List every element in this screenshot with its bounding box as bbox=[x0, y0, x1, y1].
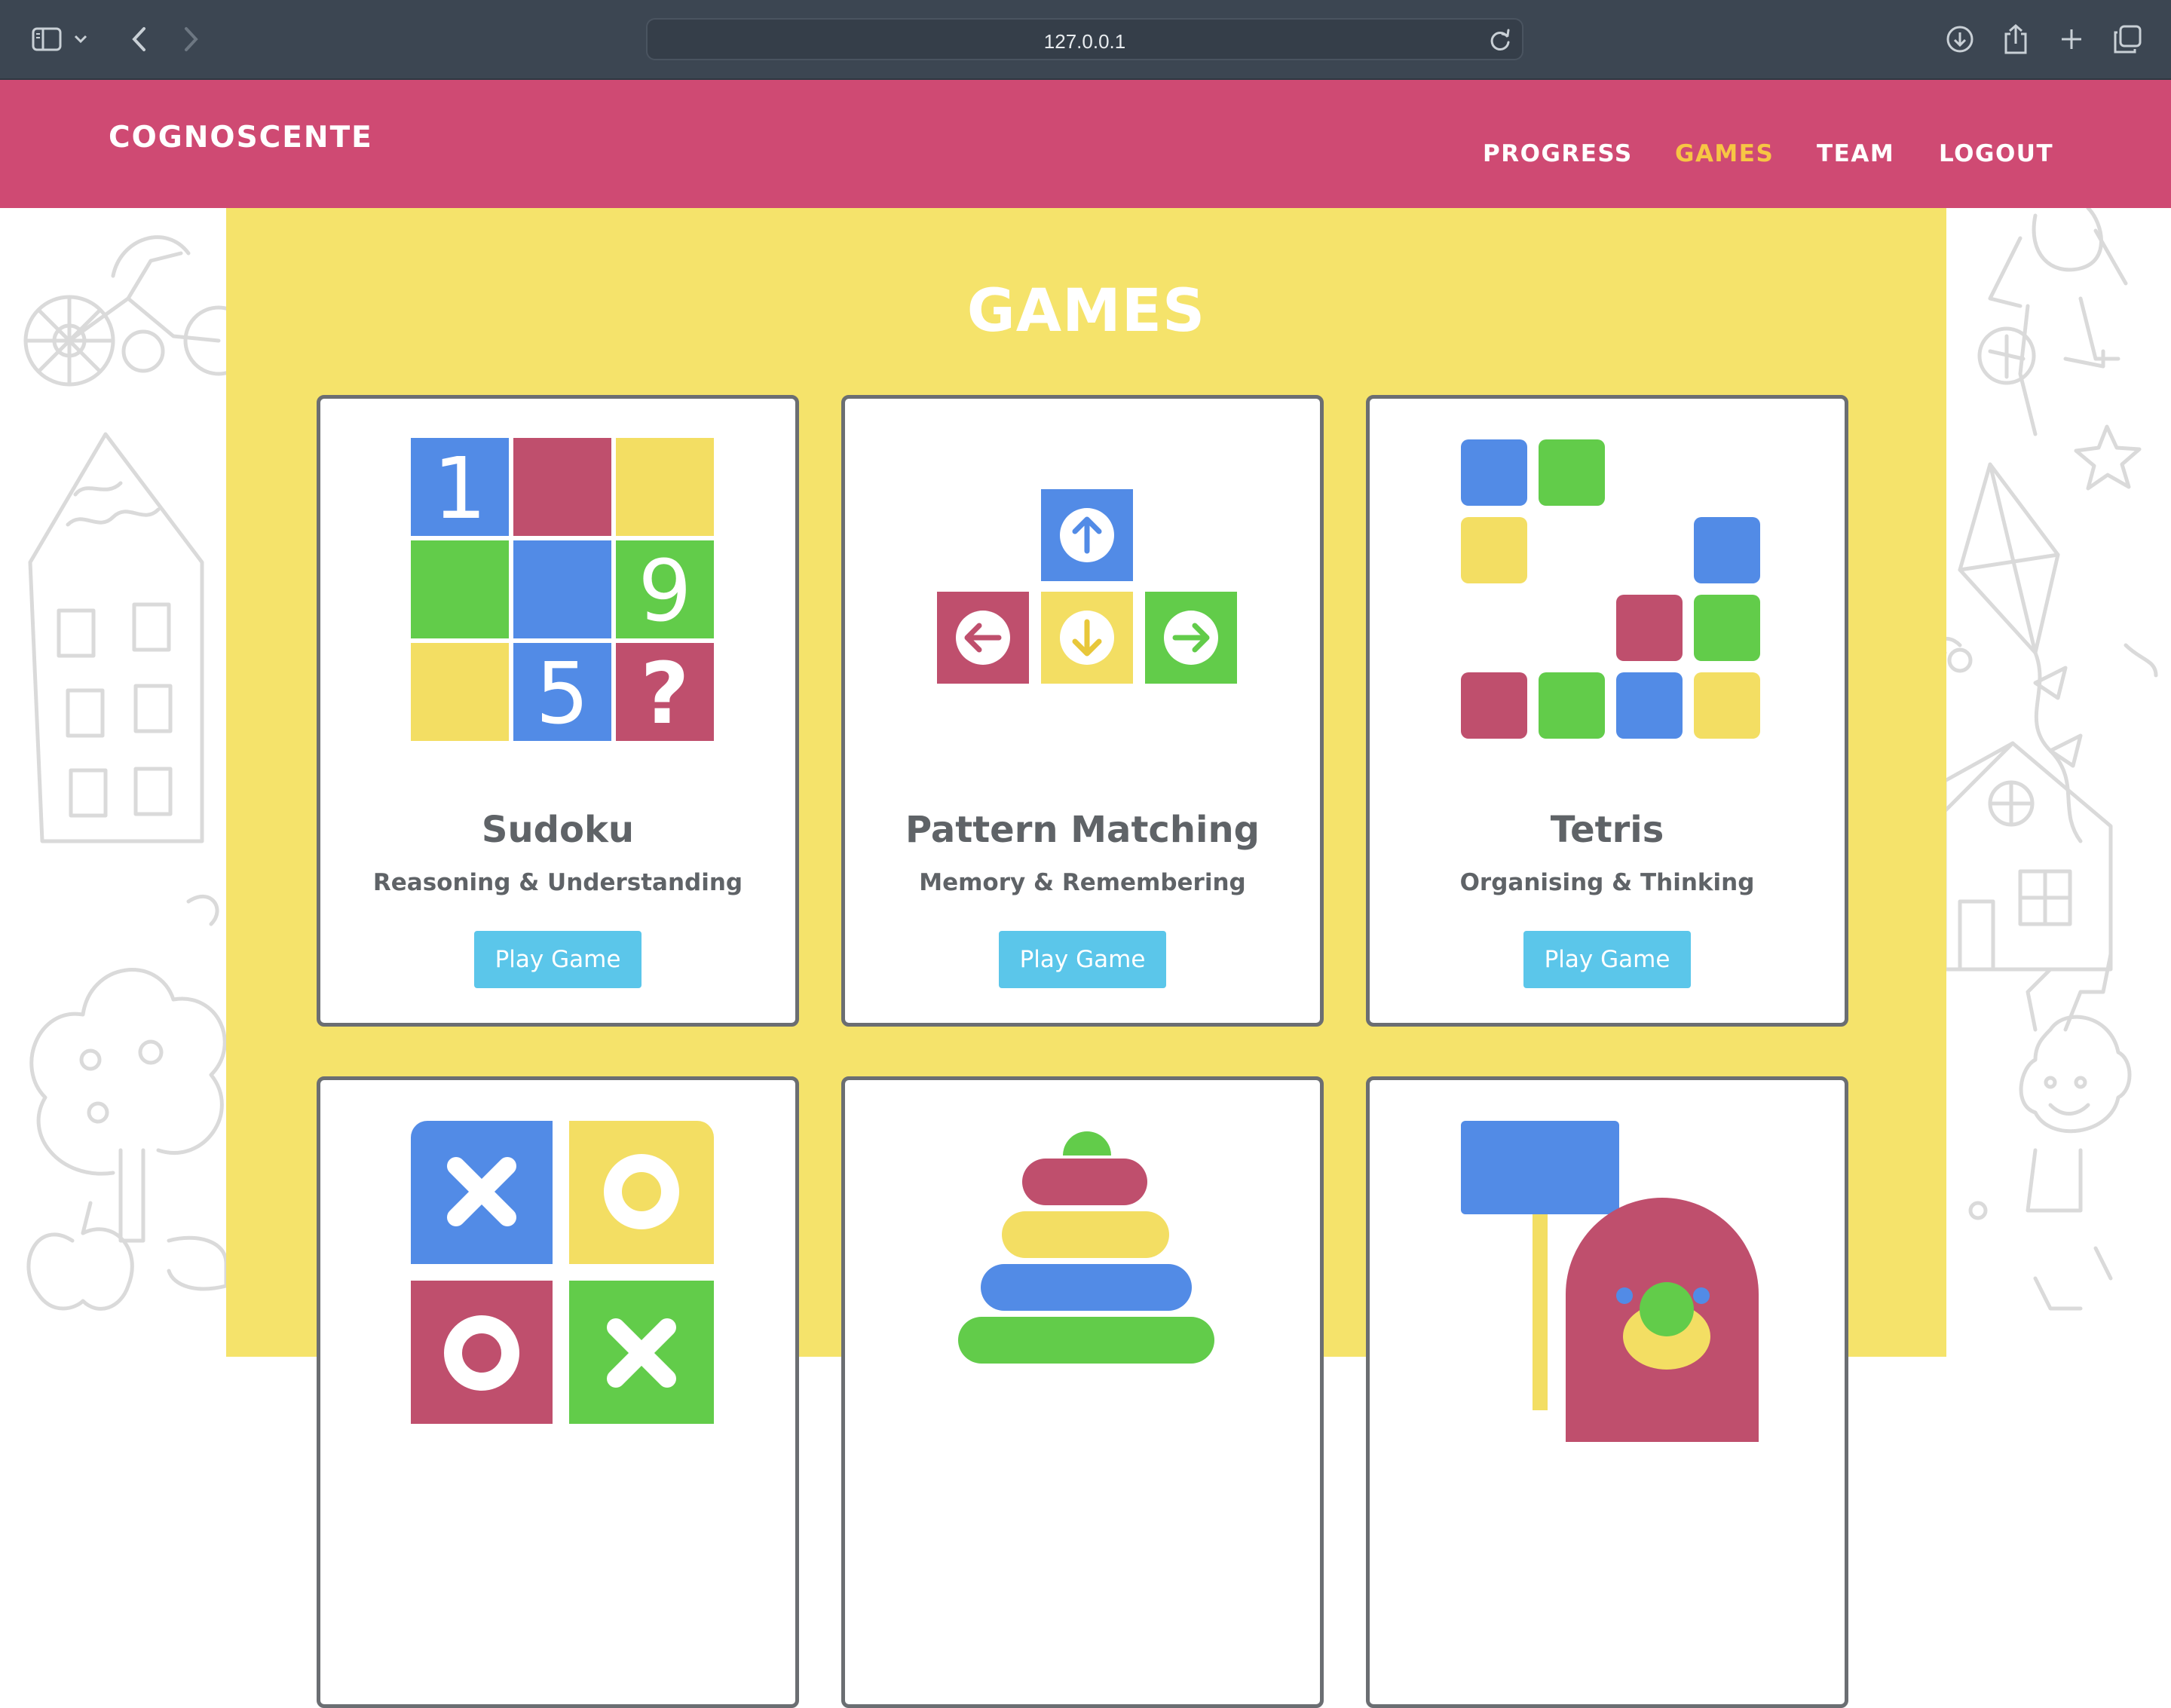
download-icon[interactable] bbox=[1940, 20, 1980, 59]
games-panel: GAMES 1 9 5 ? Sudoku Reasoning & Underst… bbox=[226, 208, 1946, 1708]
whack-a-mole-icon bbox=[1370, 1080, 1845, 1472]
tabs-overview-icon[interactable] bbox=[2108, 20, 2147, 59]
url-text: 127.0.0.1 bbox=[1043, 30, 1126, 53]
nav-games[interactable]: GAMES bbox=[1675, 140, 1774, 167]
game-card-tetris: Tetris Organising & Thinking Play Game bbox=[1366, 395, 1848, 1027]
game-card-tic-tac-toe bbox=[317, 1076, 799, 1708]
game-title: Sudoku bbox=[481, 809, 635, 851]
forward-icon[interactable] bbox=[172, 20, 211, 59]
ring-stack-icon bbox=[845, 1080, 1320, 1472]
game-subtitle: Memory & Remembering bbox=[919, 869, 1246, 896]
play-sudoku-button[interactable]: Play Game bbox=[474, 931, 642, 988]
browser-toolbar: 127.0.0.1 bbox=[0, 0, 2171, 80]
nav-team[interactable]: TEAM bbox=[1817, 140, 1894, 167]
page-title: GAMES bbox=[966, 277, 1206, 345]
nav-progress[interactable]: PROGRESS bbox=[1483, 140, 1633, 167]
arrow-keys-icon bbox=[845, 399, 1320, 791]
sudoku-digit-1: 1 bbox=[433, 440, 486, 538]
sudoku-digit-5: 5 bbox=[535, 645, 589, 743]
site-header: COGNOSCENTE PROGRESS GAMES TEAM LOGOUT bbox=[0, 80, 2171, 208]
tic-tac-toe-icon bbox=[320, 1080, 795, 1472]
tetris-blocks-icon bbox=[1370, 399, 1845, 791]
sidebar-icon[interactable] bbox=[27, 20, 66, 59]
chevron-down-icon[interactable] bbox=[69, 20, 92, 59]
play-pattern-matching-button[interactable]: Play Game bbox=[999, 931, 1166, 988]
game-title: Pattern Matching bbox=[905, 809, 1260, 851]
reload-icon[interactable] bbox=[1487, 27, 1513, 53]
address-bar[interactable]: 127.0.0.1 bbox=[646, 18, 1523, 60]
new-tab-icon[interactable] bbox=[2052, 20, 2091, 59]
game-card-ring-stack bbox=[841, 1076, 1324, 1708]
game-card-sudoku: 1 9 5 ? Sudoku Reasoning & Understanding… bbox=[317, 395, 799, 1027]
game-subtitle: Reasoning & Understanding bbox=[372, 869, 743, 896]
sudoku-question-mark: ? bbox=[641, 645, 690, 743]
sudoku-digit-9: 9 bbox=[638, 543, 691, 641]
back-icon[interactable] bbox=[119, 20, 158, 59]
game-title: Tetris bbox=[1550, 809, 1664, 851]
play-tetris-button[interactable]: Play Game bbox=[1523, 931, 1691, 988]
nav-logout[interactable]: LOGOUT bbox=[1939, 140, 2053, 167]
sudoku-grid-icon: 1 9 5 ? bbox=[320, 399, 795, 791]
game-card-whack-a-mole bbox=[1366, 1076, 1848, 1708]
share-icon[interactable] bbox=[1996, 20, 2035, 59]
game-card-pattern-matching: Pattern Matching Memory & Remembering Pl… bbox=[841, 395, 1324, 1027]
game-subtitle: Organising & Thinking bbox=[1459, 869, 1755, 896]
brand-logo[interactable]: COGNOSCENTE bbox=[109, 121, 373, 155]
